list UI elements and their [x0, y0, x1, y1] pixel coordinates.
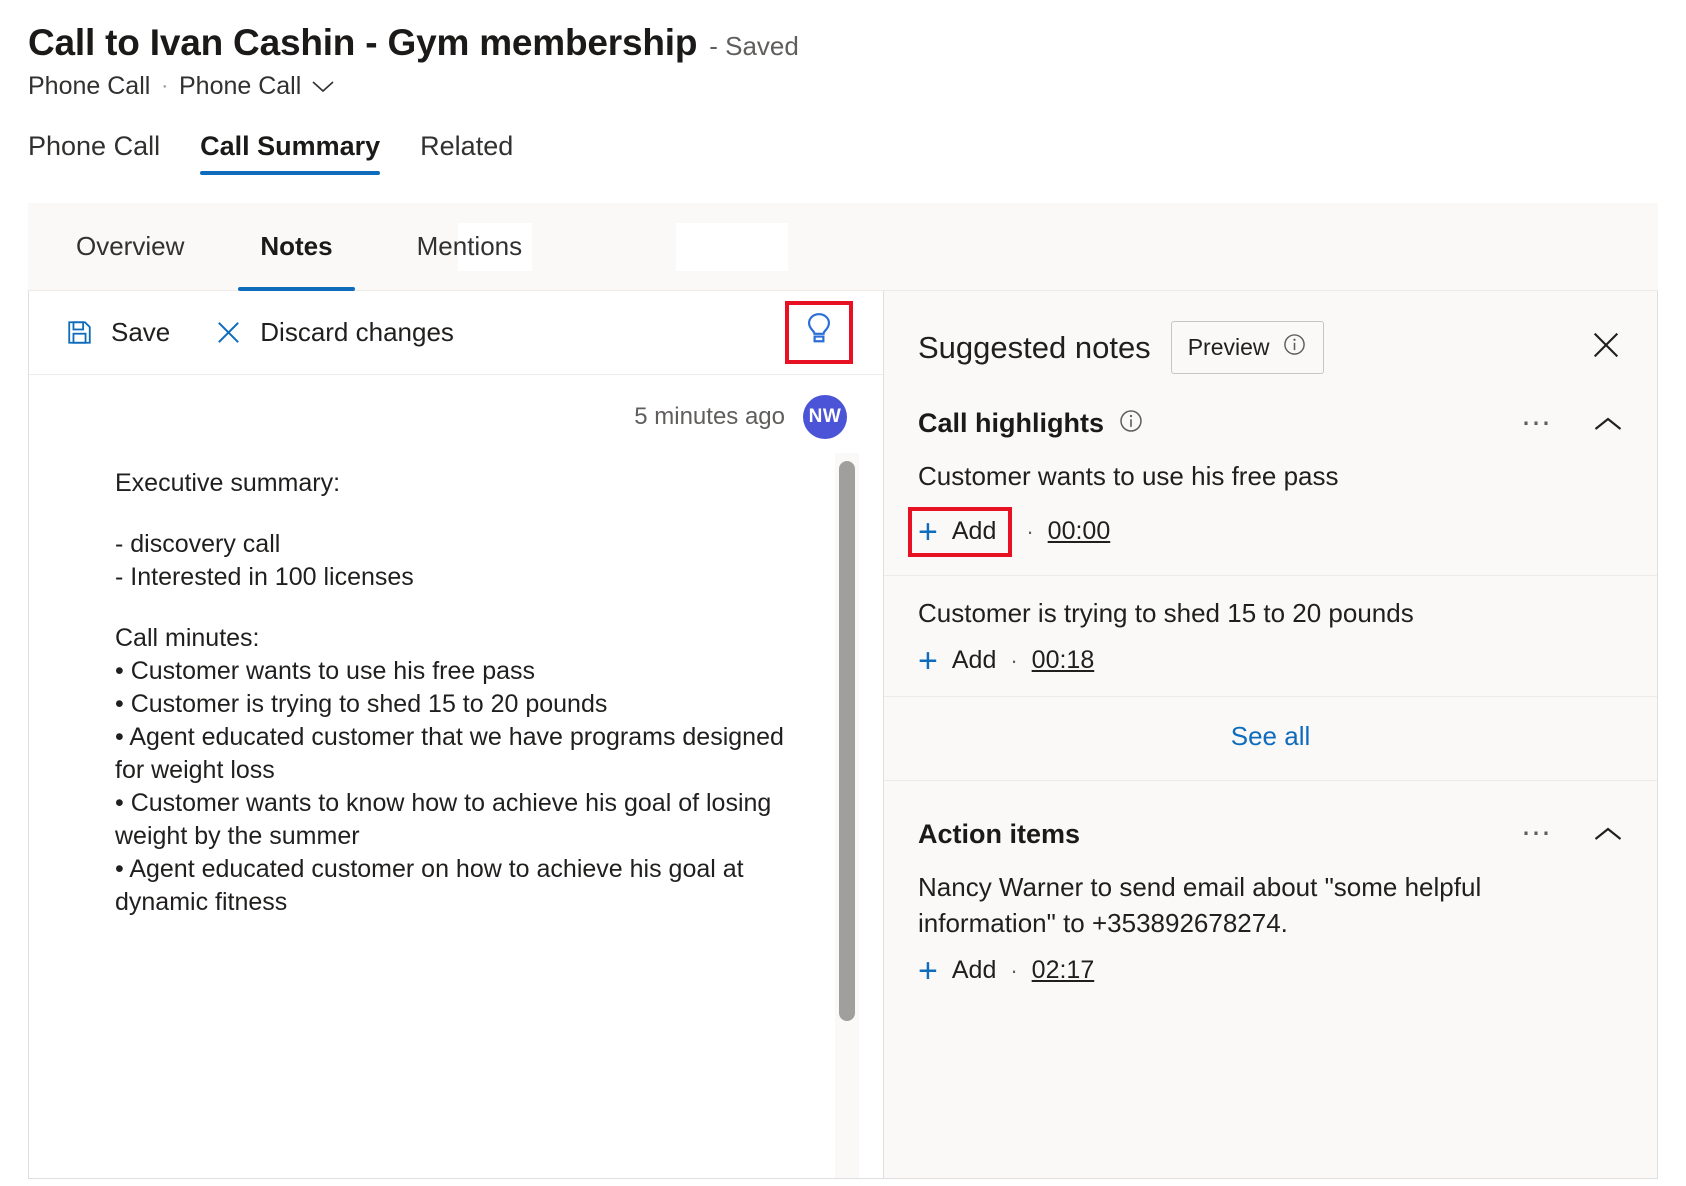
preview-badge-label: Preview: [1188, 334, 1270, 361]
close-x-icon: [1589, 328, 1623, 367]
breadcrumb-entity-type: Phone Call: [28, 72, 150, 101]
timestamp-link[interactable]: 00:00: [1048, 517, 1111, 546]
close-x-icon: [214, 318, 243, 347]
tab-phone-call[interactable]: Phone Call: [28, 131, 182, 175]
note-exec-heading: Executive summary:: [115, 467, 797, 500]
note-bullet: • Customer wants to use his free pass: [115, 655, 797, 688]
redaction-patch-right: [676, 223, 788, 271]
section-title: Action items: [918, 819, 1080, 850]
section-title: Call highlights: [918, 408, 1104, 439]
note-bullet: • Agent educated customer that we have p…: [115, 721, 797, 787]
note-meta-row: 5 minutes ago NW: [29, 375, 883, 439]
add-highlight-button[interactable]: + Add: [908, 507, 1012, 557]
preview-badge[interactable]: Preview: [1171, 321, 1324, 374]
lightbulb-icon: [801, 311, 837, 354]
timestamp-link[interactable]: 00:18: [1032, 646, 1095, 675]
note-exec-point: - Interested in 100 licenses: [115, 561, 797, 594]
call-summary-content: Save Discard changes: [28, 291, 1658, 1179]
note-bullet: • Customer wants to know how to achieve …: [115, 787, 797, 853]
highlight-actions: + Add · 00:18: [918, 644, 1623, 678]
main-tab-list: Phone Call Call Summary Related: [0, 131, 1686, 175]
add-highlight-button[interactable]: + Add: [918, 644, 996, 678]
save-button-label: Save: [111, 317, 170, 348]
discard-changes-label: Discard changes: [260, 317, 454, 348]
page-title: Call to Ivan Cashin - Gym membership: [28, 22, 697, 64]
suggested-notes-title: Suggested notes: [918, 330, 1151, 366]
notes-toolbar: Save Discard changes: [29, 291, 883, 375]
note-minutes-heading: Call minutes:: [115, 622, 797, 655]
plus-icon: +: [918, 954, 938, 988]
title-row: Call to Ivan Cashin - Gym membership - S…: [28, 22, 1686, 64]
plus-icon: +: [918, 644, 938, 678]
notes-scrollbar-thumb[interactable]: [839, 461, 855, 1021]
breadcrumb: Phone Call · Phone Call: [28, 72, 1686, 101]
list-item: Nancy Warner to send email about "some h…: [884, 850, 1657, 1006]
note-exec-point: - discovery call: [115, 528, 797, 561]
highlight-text: Customer is trying to shed 15 to 20 poun…: [918, 596, 1623, 632]
list-item: Customer is trying to shed 15 to 20 poun…: [884, 576, 1657, 697]
record-header: Call to Ivan Cashin - Gym membership - S…: [0, 0, 1686, 101]
separator-dot: ·: [1026, 519, 1033, 545]
tab-call-summary[interactable]: Call Summary: [200, 131, 402, 175]
chevron-down-icon[interactable]: [312, 72, 334, 101]
notes-scroll-area: Executive summary: - discovery call - In…: [29, 439, 883, 1178]
suggested-notes-header: Suggested notes Preview: [884, 291, 1657, 396]
highlight-text: Customer wants to use his free pass: [918, 459, 1623, 495]
note-bullet: • Agent educated customer on how to achi…: [115, 853, 797, 919]
ellipsis-icon[interactable]: ⋯: [1521, 415, 1553, 433]
see-all-link[interactable]: See all: [1231, 721, 1311, 751]
discard-changes-button[interactable]: Discard changes: [214, 317, 454, 348]
close-panel-button[interactable]: [1589, 328, 1623, 367]
info-circle-icon[interactable]: [1118, 408, 1144, 439]
avatar[interactable]: NW: [803, 395, 847, 439]
separator-dot: ·: [1010, 958, 1017, 984]
add-action-item-button[interactable]: + Add: [918, 954, 996, 988]
separator-dot: ·: [1010, 648, 1017, 674]
subtab-mentions[interactable]: Mentions: [417, 203, 523, 291]
form-selector-label[interactable]: Phone Call: [179, 72, 301, 101]
subtab-overview[interactable]: Overview: [76, 203, 184, 291]
section-header-actions: ⋯: [1521, 825, 1623, 843]
chevron-up-icon[interactable]: [1593, 415, 1623, 433]
save-status-label: - Saved: [709, 31, 799, 62]
see-all-row: See all: [884, 697, 1657, 781]
suggested-notes-panel: Suggested notes Preview: [884, 291, 1657, 1178]
section-header-actions: ⋯: [1521, 415, 1623, 433]
save-button[interactable]: Save: [65, 317, 170, 348]
note-timestamp: 5 minutes ago: [634, 403, 785, 431]
sub-tab-list: Overview Notes Mentions: [28, 203, 1658, 291]
action-item-actions: + Add · 02:17: [918, 954, 1623, 988]
note-body[interactable]: Executive summary: - discovery call - In…: [29, 467, 883, 919]
notes-pane: Save Discard changes: [29, 291, 884, 1178]
add-button-label: Add: [952, 646, 996, 675]
timestamp-link[interactable]: 02:17: [1032, 956, 1095, 985]
highlight-actions: + Add · 00:00: [918, 507, 1623, 557]
chevron-up-icon[interactable]: [1593, 825, 1623, 843]
list-item: Customer wants to use his free pass + Ad…: [884, 439, 1657, 576]
add-button-label: Add: [952, 517, 996, 546]
plus-icon: +: [918, 515, 938, 549]
save-disk-icon: [65, 318, 94, 347]
action-item-text: Nancy Warner to send email about "some h…: [918, 870, 1623, 942]
tab-related[interactable]: Related: [420, 131, 535, 175]
section-header-action-items: Action items ⋯: [884, 807, 1657, 850]
subtab-notes[interactable]: Notes: [260, 203, 332, 291]
info-circle-icon[interactable]: [1282, 332, 1307, 363]
suggestion-toggle-button[interactable]: [785, 301, 853, 364]
breadcrumb-separator: ·: [161, 75, 168, 98]
add-button-label: Add: [952, 956, 996, 985]
section-header-call-highlights: Call highlights ⋯: [884, 396, 1657, 439]
ellipsis-icon[interactable]: ⋯: [1521, 825, 1553, 843]
note-bullet: • Customer is trying to shed 15 to 20 po…: [115, 688, 797, 721]
